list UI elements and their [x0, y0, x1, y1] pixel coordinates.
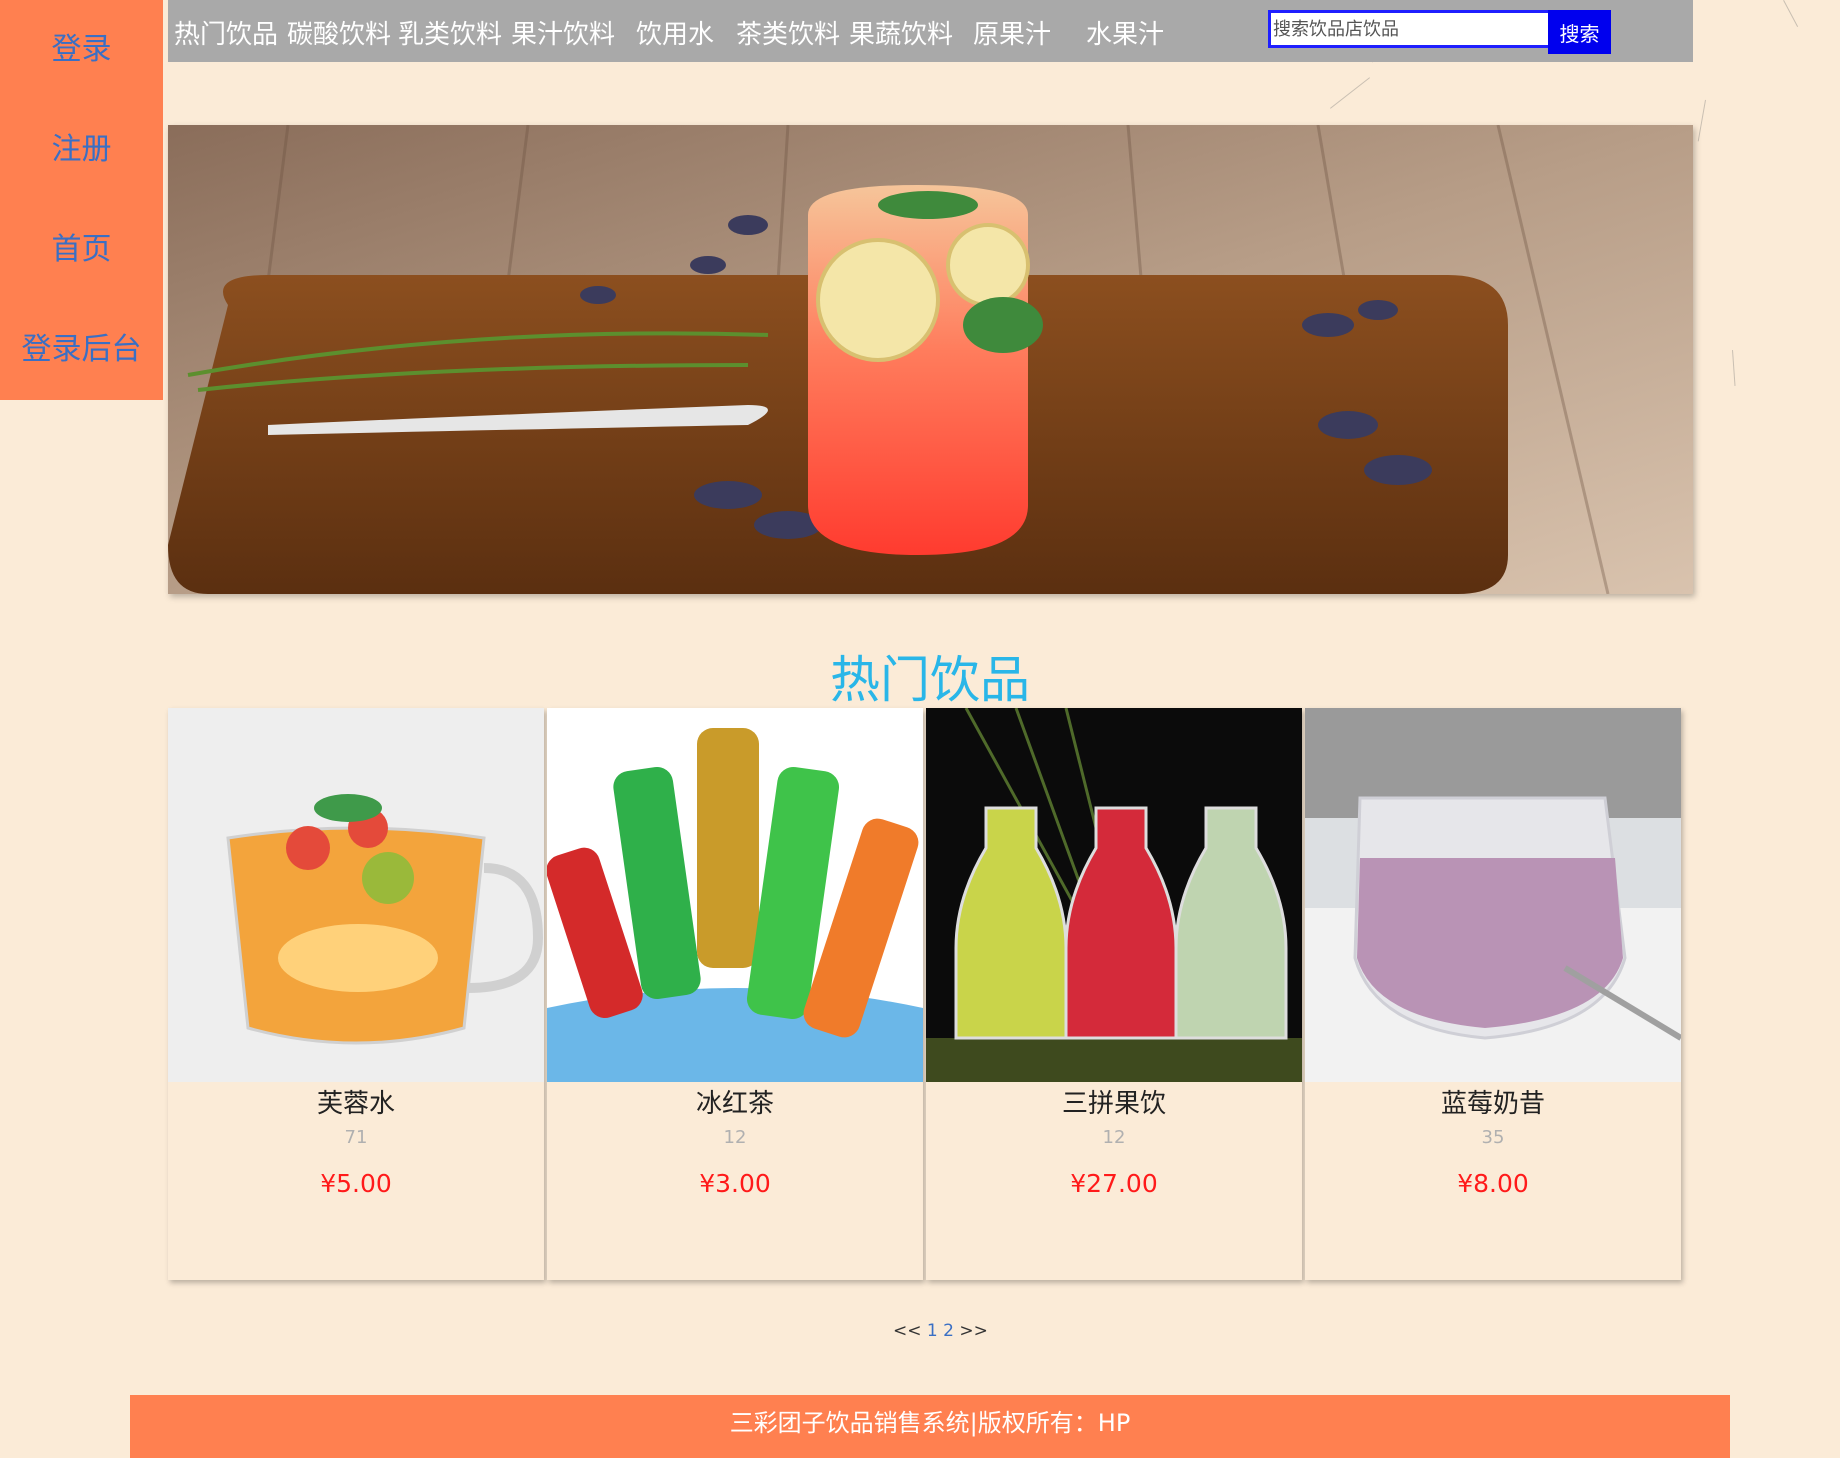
product-price: ¥5.00	[320, 1169, 392, 1198]
nav-item-fruit-juice[interactable]: 水果汁	[1086, 17, 1164, 53]
product-price: ¥3.00	[699, 1169, 771, 1198]
product-name[interactable]: 芙蓉水	[168, 1086, 544, 1122]
product-price: ¥27.00	[1070, 1169, 1158, 1198]
nav-item-hot-drinks[interactable]: 热门饮品	[174, 17, 278, 53]
drink-illustration	[547, 708, 923, 1082]
product-card[interactable]: 三拼果饮 12 ¥27.00	[926, 708, 1302, 1280]
page-link-1[interactable]: 1	[927, 1321, 938, 1341]
product-image[interactable]	[168, 708, 544, 1082]
search-input[interactable]	[1268, 10, 1564, 48]
product-sales-count: 35	[1481, 1127, 1505, 1148]
product-sales-count: 12	[1102, 1127, 1126, 1148]
nav-item-fruit-veg[interactable]: 果蔬饮料	[849, 17, 953, 53]
decorative-line	[1783, 0, 1799, 27]
login-link[interactable]: 登录	[0, 30, 163, 70]
product-card[interactable]: 芙蓉水 71 ¥5.00	[168, 708, 544, 1280]
drink-illustration	[1305, 708, 1681, 1082]
banner-drink-illustration	[168, 125, 1693, 594]
footer: 三彩团子饮品销售系统|版权所有：HP	[130, 1395, 1730, 1458]
product-image[interactable]	[1305, 708, 1681, 1082]
product-sales-count: 12	[723, 1127, 747, 1148]
product-name[interactable]: 蓝莓奶昔	[1305, 1086, 1681, 1122]
side-menu: 登录 注册 首页 登录后台	[0, 0, 163, 400]
admin-login-link[interactable]: 登录后台	[0, 330, 163, 370]
category-nav-bar: 热门饮品 碳酸饮料 乳类饮料 果汁饮料 饮用水 茶类饮料 果蔬饮料 原果汁 水果…	[168, 0, 1693, 62]
nav-item-carbonated[interactable]: 碳酸饮料	[287, 17, 391, 53]
page-link-2[interactable]: 2	[943, 1321, 954, 1341]
nav-item-juice[interactable]: 果汁饮料	[511, 17, 615, 53]
decorative-line	[1732, 350, 1736, 386]
decorative-line	[1697, 99, 1706, 142]
nav-item-tea[interactable]: 茶类饮料	[736, 17, 840, 53]
product-name[interactable]: 三拼果饮	[926, 1086, 1302, 1122]
product-name[interactable]: 冰红茶	[547, 1086, 923, 1122]
decorative-line	[1330, 77, 1371, 109]
drink-illustration	[926, 708, 1302, 1082]
product-card[interactable]: 蓝莓奶昔 35 ¥8.00	[1305, 708, 1681, 1280]
product-image[interactable]	[547, 708, 923, 1082]
banner-image	[168, 125, 1693, 594]
product-price: ¥8.00	[1457, 1169, 1529, 1198]
product-sales-count: 71	[344, 1127, 368, 1148]
home-link[interactable]: 首页	[0, 230, 163, 270]
product-image[interactable]	[926, 708, 1302, 1082]
nav-item-water[interactable]: 饮用水	[636, 17, 714, 53]
nav-item-pure-juice[interactable]: 原果汁	[973, 17, 1051, 53]
search-button[interactable]: 搜索	[1548, 10, 1611, 54]
nav-item-dairy[interactable]: 乳类饮料	[398, 17, 502, 53]
pagination: << 1 2 >>	[893, 1320, 988, 1342]
register-link[interactable]: 注册	[0, 130, 163, 170]
prev-page-link[interactable]: <<	[893, 1321, 922, 1341]
section-title: 热门饮品	[830, 651, 1030, 709]
next-page-link[interactable]: >>	[959, 1321, 988, 1341]
product-card[interactable]: 冰红茶 12 ¥3.00	[547, 708, 923, 1280]
footer-copyright: 三彩团子饮品销售系统|版权所有：HP	[729, 1409, 1131, 1437]
drink-illustration	[168, 708, 544, 1082]
